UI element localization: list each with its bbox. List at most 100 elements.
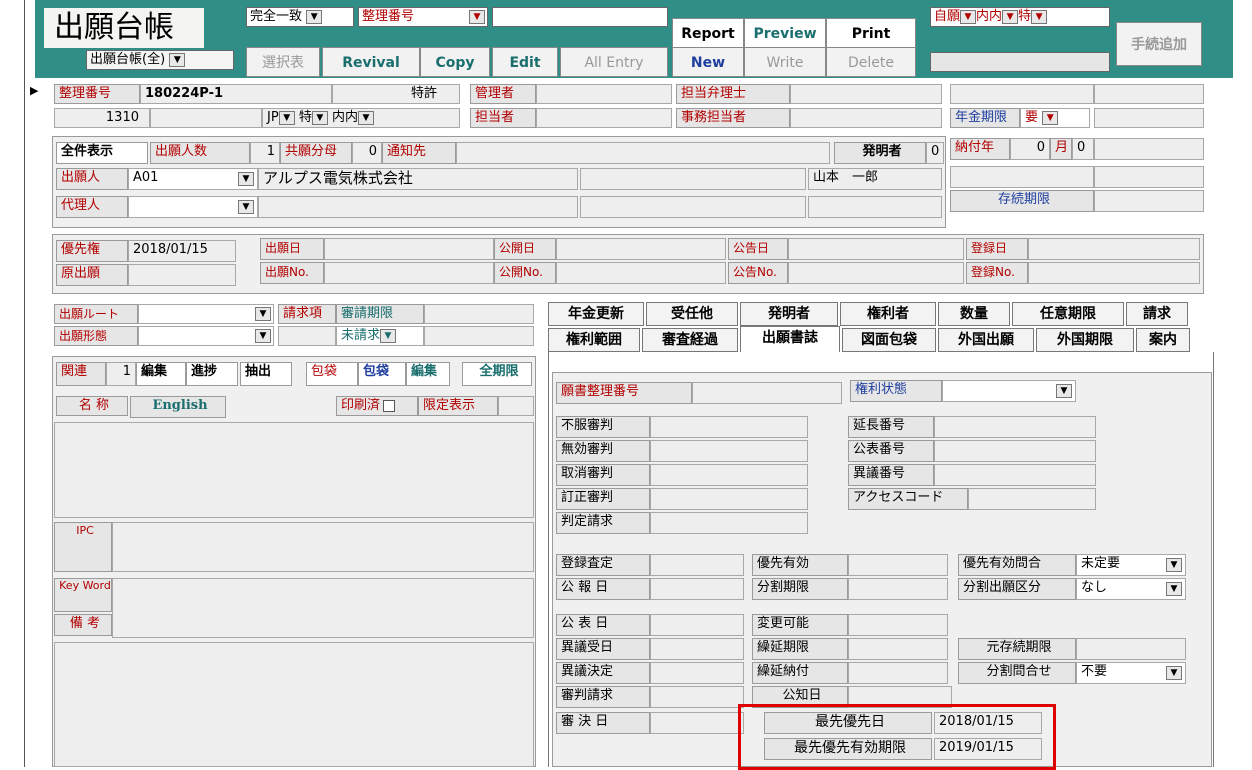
search-input[interactable] [492, 7, 668, 27]
sub-filter-select[interactable] [930, 52, 1110, 72]
judgment-field[interactable] [650, 512, 808, 534]
limited-field[interactable] [498, 396, 534, 416]
select-table-button[interactable]: 選択表 [246, 47, 320, 77]
new-button[interactable]: New [672, 47, 744, 77]
unclaimed-select[interactable]: 未請求 ▼ [336, 326, 424, 346]
applicant-code-select[interactable]: A01 ▼ [128, 168, 258, 190]
tab-scope[interactable]: 権利範囲 [548, 328, 640, 352]
app-date-field[interactable] [324, 238, 494, 260]
ledger-select[interactable]: 出願台帳(全) ▼ [86, 50, 234, 70]
div-inquiry-select[interactable]: 不要 ▼ [1076, 662, 1186, 684]
pub-no-field[interactable] [556, 262, 726, 284]
defer-pay-field[interactable] [848, 662, 948, 684]
edit-wrap-button[interactable]: 編集 [406, 362, 450, 386]
pub-date-form-field[interactable] [650, 614, 744, 636]
div-deadline-field[interactable] [848, 578, 948, 600]
appeal1-field[interactable] [650, 416, 808, 438]
filter-selects[interactable]: 自願 ▼ 内内 ▼ 特 ▼ [930, 7, 1110, 27]
priority-value[interactable]: 2018/01/15 [128, 240, 236, 262]
annuity-select[interactable]: 要 ▼ [1020, 108, 1090, 128]
write-button[interactable]: Write [744, 47, 826, 77]
appeal3-field[interactable] [650, 464, 808, 486]
tab-drawings[interactable]: 図面包袋 [842, 328, 936, 352]
exam-field[interactable] [424, 304, 534, 324]
delete-button[interactable]: Delete [826, 47, 916, 77]
tab-quantity[interactable]: 数量 [938, 302, 1010, 326]
ann-no-field[interactable] [788, 262, 964, 284]
tab-foreign-deadline[interactable]: 外国期限 [1036, 328, 1134, 352]
add-procedure-button[interactable]: 手続追加 [1116, 22, 1202, 66]
inventor-name[interactable]: 山本 一郎 [808, 168, 942, 190]
all-display-button[interactable]: 全件表示 [56, 142, 148, 164]
bulletin-field[interactable] [650, 578, 744, 600]
tab-billing[interactable]: 請求 [1126, 302, 1188, 326]
tab-entrusted[interactable]: 受任他 [646, 302, 738, 326]
remarks-field[interactable] [54, 642, 534, 767]
ext-no-field[interactable] [934, 416, 1096, 438]
tab-bibliography[interactable]: 出願書誌 [740, 326, 840, 354]
name-textarea[interactable] [54, 422, 534, 518]
extract-button[interactable]: 抽出 [240, 362, 292, 386]
appeal4-field[interactable] [650, 488, 808, 510]
earliest-valid-value[interactable]: 2019/01/15 [934, 738, 1042, 760]
attorney-select[interactable] [790, 84, 942, 104]
field-select[interactable]: 整理番号 ▼ [358, 7, 488, 27]
prio-valid-field[interactable] [848, 554, 948, 576]
tab-foreign-app[interactable]: 外国出願 [938, 328, 1034, 352]
english-button[interactable]: English [130, 396, 226, 418]
earliest-prio-value[interactable]: 2018/01/15 [934, 712, 1042, 734]
trial-dec-field[interactable] [650, 712, 744, 734]
ann-date-field[interactable] [788, 238, 964, 260]
tab-annuity[interactable]: 年金更新 [548, 302, 644, 326]
reg-no-field[interactable] [1028, 262, 1200, 284]
access-field[interactable] [968, 488, 1096, 510]
tab-exam-history[interactable]: 審査経過 [642, 328, 738, 352]
agent-name[interactable] [258, 196, 578, 218]
div-class-select[interactable]: なし ▼ [1076, 578, 1186, 600]
report-button[interactable]: Report [672, 18, 744, 48]
match-select[interactable]: 完全一致 ▼ [246, 7, 354, 27]
applicant-name[interactable]: アルプス電気株式会社 [258, 168, 578, 190]
wrap-label[interactable]: 包袋 [306, 362, 358, 386]
original-value[interactable] [128, 264, 236, 286]
opp-dec-field[interactable] [650, 662, 744, 684]
changeable-field[interactable] [848, 614, 948, 636]
notice-field[interactable] [456, 142, 830, 164]
preview-button[interactable]: Preview [744, 18, 826, 48]
tab-guide[interactable]: 案内 [1136, 328, 1190, 352]
clerk-select[interactable] [790, 108, 942, 128]
pubnum-field[interactable] [934, 440, 1096, 462]
agent-select[interactable]: ▼ [128, 196, 258, 218]
edit-button[interactable]: Edit [492, 47, 558, 77]
tab-right-holder[interactable]: 権利者 [840, 302, 936, 326]
edit-related-button[interactable]: 編集 [136, 362, 186, 386]
ipc-field[interactable] [112, 522, 534, 572]
keyword-field[interactable] [112, 578, 534, 638]
progress-button[interactable]: 進捗 [186, 362, 238, 386]
all-period-button[interactable]: 全期限 [462, 362, 532, 386]
tab-optional-deadline[interactable]: 任意期限 [1012, 302, 1124, 326]
copy-button[interactable]: Copy [420, 47, 490, 77]
print-button[interactable]: Print [826, 18, 916, 48]
tab-inventor[interactable]: 発明者 [740, 302, 838, 326]
claim-count[interactable] [278, 326, 336, 346]
revival-button[interactable]: Revival [322, 47, 420, 77]
defer-deadline-field[interactable] [848, 638, 948, 660]
tanto-select[interactable] [536, 108, 672, 128]
seiri-value[interactable]: 180224P-1 [140, 84, 332, 104]
reg-assess-field[interactable] [650, 554, 744, 576]
manager-select[interactable] [536, 84, 672, 104]
opp-no-field[interactable] [934, 464, 1096, 486]
appeal2-field[interactable] [650, 440, 808, 462]
opp-recv-field[interactable] [650, 638, 744, 660]
patent-select[interactable]: 特許 [332, 84, 460, 104]
right-status-select[interactable]: ▼ [942, 380, 1076, 402]
printed-checkbox[interactable]: 印刷済 [336, 396, 418, 416]
route-select[interactable]: ▼ [138, 304, 274, 324]
reg-date-field[interactable] [1028, 238, 1200, 260]
orig-survival-field[interactable] [1076, 638, 1186, 660]
jp-type-selects[interactable]: JP ▼ 特 ▼ 内内 ▼ [262, 108, 460, 128]
trial-req-field[interactable] [650, 686, 744, 708]
wrap-button[interactable]: 包袋 [358, 362, 406, 386]
all-entry-button[interactable]: All Entry [560, 47, 668, 77]
